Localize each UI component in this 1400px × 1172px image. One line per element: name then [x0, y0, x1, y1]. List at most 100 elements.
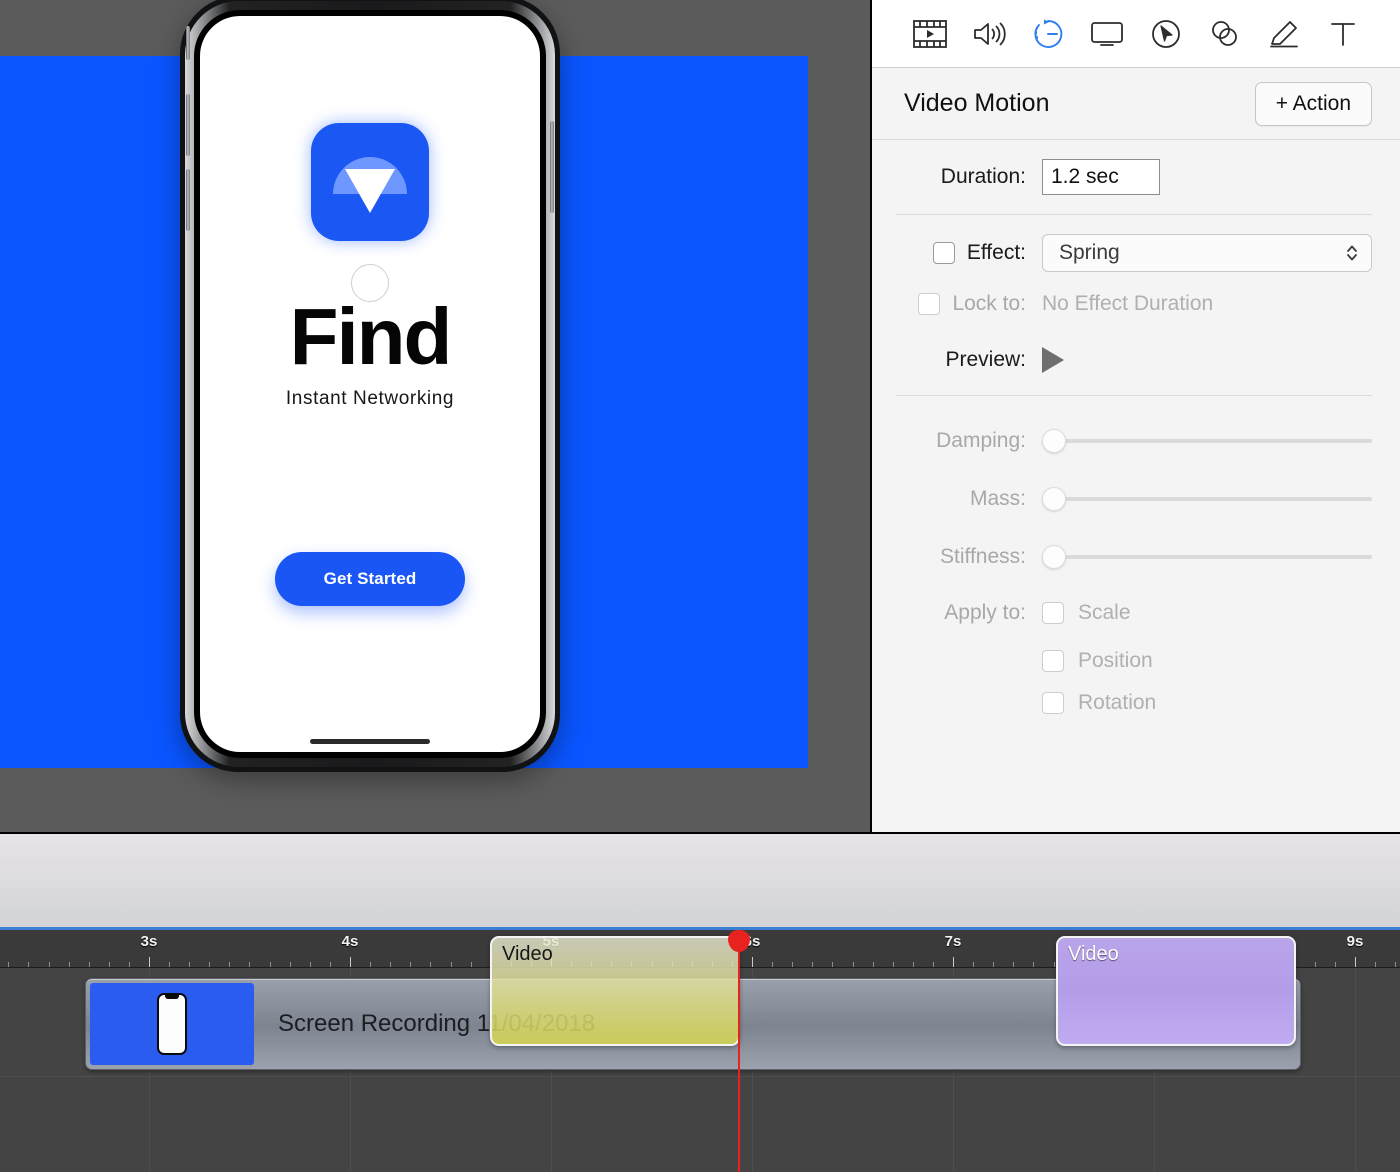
ruler-minor-tick	[229, 962, 230, 967]
ruler-minor-tick	[792, 962, 793, 967]
inspector-icon-toolbar	[872, 0, 1400, 68]
page-title: Video Motion	[904, 89, 1050, 117]
mass-row: Mass:	[872, 470, 1400, 528]
apply-to-label: Apply to:	[944, 601, 1026, 624]
inspector-header: Video Motion + Action	[872, 68, 1400, 140]
rotation-label: Rotation	[1078, 691, 1157, 714]
ruler-minor-tick	[1395, 962, 1396, 967]
ruler-minor-tick	[913, 962, 914, 967]
ruler-minor-tick	[410, 962, 411, 967]
ruler-minor-tick	[370, 962, 371, 967]
add-action-button[interactable]: + Action	[1254, 81, 1372, 126]
filters-circles-icon[interactable]	[1205, 14, 1245, 54]
apply-to-scale-row: Apply to: Scale	[872, 586, 1400, 640]
play-preview-icon[interactable]	[1042, 347, 1064, 373]
ruler-minor-tick	[993, 962, 994, 967]
ruler-minor-tick	[109, 962, 110, 967]
effect-checkbox[interactable]	[932, 242, 955, 264]
damping-row: Damping:	[872, 412, 1400, 470]
rotation-checkbox[interactable]	[1042, 692, 1064, 714]
playhead[interactable]	[728, 930, 750, 1172]
lock-label-group: Lock to:	[872, 292, 1042, 316]
lock-to-label: Lock to:	[952, 292, 1026, 315]
apply-to-position-row: Position	[872, 640, 1400, 682]
audio-volume-icon[interactable]	[969, 14, 1009, 54]
phone-mockup-thumbnail	[90, 983, 254, 1065]
ruler-minor-tick	[69, 962, 70, 967]
inspector-panel: Video Motion + Action Duration: Effect: …	[870, 0, 1400, 832]
thumbnail-phone-shape	[157, 993, 187, 1055]
ruler-tick-label: 7s	[944, 933, 962, 950]
ruler-minor-tick	[89, 962, 90, 967]
video-canvas[interactable]: Find Instant Networking Get Started	[0, 0, 808, 772]
timeline-overlay-clip-purple[interactable]: Video	[1056, 936, 1296, 1046]
slider-track	[1056, 439, 1372, 443]
apply-rotation-option[interactable]: Rotation	[1042, 691, 1156, 715]
ruler-major-tick	[953, 957, 954, 967]
ruler-minor-tick	[772, 962, 773, 967]
track-separator	[0, 1076, 1400, 1077]
effect-selected-value: Spring	[1059, 241, 1120, 264]
slider-track	[1056, 555, 1372, 559]
apply-position-option[interactable]: Position	[1042, 649, 1153, 673]
overlay-clip-label: Video	[502, 943, 553, 965]
home-indicator	[310, 739, 430, 744]
lock-to-row: Lock to: No Effect Duration	[872, 277, 1400, 331]
timeline-toolbar	[0, 832, 1400, 930]
ruler-minor-tick	[812, 962, 813, 967]
overlay-clip-label: Video	[1068, 943, 1119, 965]
preview-row: Preview:	[872, 331, 1400, 389]
mass-slider[interactable]	[1042, 487, 1372, 511]
pencil-annotation-icon[interactable]	[1264, 14, 1304, 54]
ruler-tick-label: 4s	[341, 933, 359, 950]
timeline-panel[interactable]: 3s4s5s6s7s8s9s Screen Recording 11/04/20…	[0, 930, 1400, 1172]
ruler-minor-tick	[8, 962, 9, 967]
ruler-minor-tick	[933, 962, 934, 967]
timeline-overlay-clip-yellow[interactable]: Video	[490, 936, 740, 1046]
damping-slider[interactable]	[1042, 429, 1372, 453]
phone-mockup: Find Instant Networking Get Started	[180, 0, 560, 772]
effect-select[interactable]: Spring	[1042, 234, 1372, 272]
motion-timer-icon[interactable]	[1028, 14, 1068, 54]
display-screen-icon[interactable]	[1087, 14, 1127, 54]
get-started-button[interactable]: Get Started	[275, 552, 465, 606]
position-checkbox[interactable]	[1042, 650, 1064, 672]
cursor-pointer-icon[interactable]	[1146, 14, 1186, 54]
phone-volume-up-button	[186, 94, 190, 156]
ruler-minor-tick	[28, 962, 29, 967]
wifi-triangle-icon	[345, 169, 395, 213]
ruler-minor-tick	[1315, 962, 1316, 967]
lock-to-checkbox[interactable]	[918, 293, 941, 315]
position-label: Position	[1078, 649, 1153, 672]
ruler-minor-tick	[1013, 962, 1014, 967]
phone-screen: Find Instant Networking Get Started	[200, 16, 540, 752]
ruler-minor-tick	[310, 962, 311, 967]
slider-knob[interactable]	[1042, 487, 1066, 511]
ruler-minor-tick	[893, 962, 894, 967]
app-logo-icon	[311, 123, 429, 241]
duration-input[interactable]	[1042, 159, 1160, 195]
film-clip-icon[interactable]	[910, 14, 950, 54]
duration-row: Duration:	[872, 140, 1400, 214]
ruler-minor-tick	[853, 962, 854, 967]
apply-to-rotation-row: Rotation	[872, 682, 1400, 724]
scale-checkbox[interactable]	[1042, 602, 1064, 624]
thumbnail-notch	[165, 995, 179, 999]
ruler-minor-tick	[189, 962, 190, 967]
ruler-minor-tick	[129, 962, 130, 967]
preview-label: Preview:	[945, 348, 1026, 371]
slider-knob[interactable]	[1042, 545, 1066, 569]
text-tool-icon[interactable]	[1323, 14, 1363, 54]
ruler-minor-tick	[169, 962, 170, 967]
ruler-minor-tick	[270, 962, 271, 967]
ruler-minor-tick	[249, 962, 250, 967]
stiffness-slider[interactable]	[1042, 545, 1372, 569]
effect-label: Effect:	[966, 241, 1026, 264]
app-tagline-text: Instant Networking	[285, 388, 455, 409]
ruler-tick-label: 3s	[140, 933, 158, 950]
phone-silent-switch	[186, 26, 190, 60]
phone-volume-down-button	[186, 169, 190, 231]
slider-knob[interactable]	[1042, 429, 1066, 453]
stiffness-label: Stiffness:	[940, 545, 1026, 568]
apply-scale-option[interactable]: Scale	[1042, 601, 1131, 625]
